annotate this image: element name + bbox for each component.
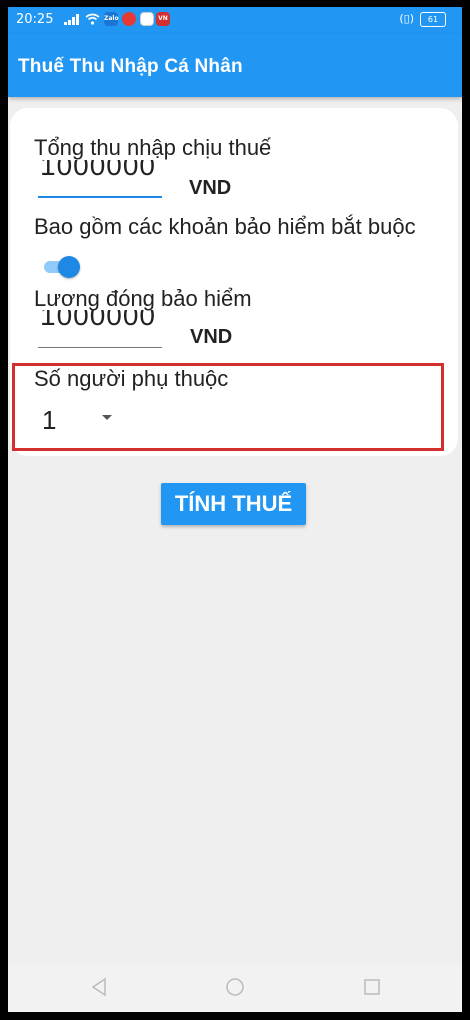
page-title: Thuế Thu Nhập Cá Nhân: [18, 56, 243, 77]
total-income-value[interactable]: 1000000: [40, 160, 156, 182]
app-notification-icon: [140, 12, 154, 26]
navigation-bar: [8, 965, 462, 1012]
wifi-icon: [85, 13, 100, 25]
cellular-signal-icon: [64, 14, 79, 25]
home-nav-icon[interactable]: [225, 977, 245, 997]
app-bar: Thuế Thu Nhập Cá Nhân: [8, 34, 462, 97]
input-underline: [38, 196, 162, 198]
insurance-salary-input[interactable]: 1000000: [38, 310, 162, 348]
total-income-label: Tổng thu nhập chịu thuế: [34, 135, 272, 160]
vibrate-icon: (▯): [399, 12, 414, 25]
dependents-dropdown[interactable]: 1: [42, 405, 56, 436]
recents-nav-icon[interactable]: [363, 978, 381, 996]
total-income-unit: VND: [189, 177, 232, 199]
insurance-salary-value[interactable]: 1000000: [40, 310, 156, 332]
back-nav-icon[interactable]: [90, 977, 108, 997]
status-time: 20:25: [16, 12, 54, 27]
chat-notification-icon: [122, 12, 136, 26]
insurance-salary-label: Lương đóng bảo hiểm: [34, 286, 252, 311]
insurance-salary-unit: VND: [190, 326, 233, 348]
dropdown-arrow-icon[interactable]: [102, 415, 112, 420]
toggle-thumb[interactable]: [58, 256, 80, 278]
phone-screen: 20:25 Zalo VN (▯) 61 Thuế Thu Nhập Cá Nh…: [8, 7, 462, 1012]
include-insurance-toggle[interactable]: [44, 255, 84, 279]
include-insurance-label: Bao gồm các khoản bảo hiểm bắt buộc: [34, 214, 416, 239]
battery-icon: 61: [420, 12, 446, 27]
total-income-input[interactable]: 1000000: [38, 160, 162, 198]
highlight-box: [12, 363, 444, 451]
input-underline: [38, 347, 162, 348]
calculate-tax-button[interactable]: TÍNH THUẾ: [161, 483, 306, 525]
status-bar: 20:25 Zalo VN (▯) 61: [8, 7, 462, 34]
zalo-notification-icon: Zalo: [104, 12, 119, 26]
news-notification-icon: VN: [156, 12, 170, 26]
